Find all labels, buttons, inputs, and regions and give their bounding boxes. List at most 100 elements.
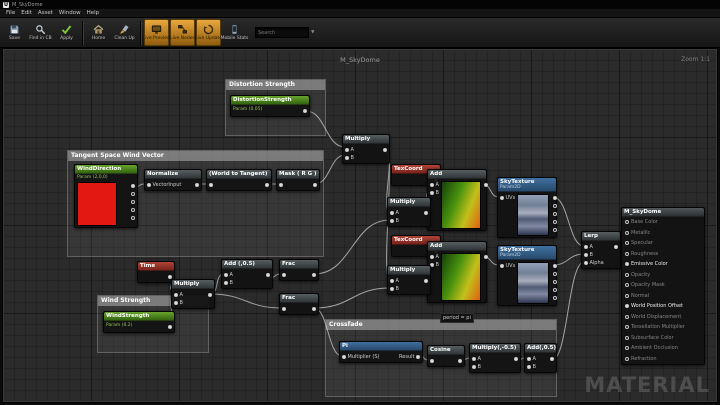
output-pin[interactable] bbox=[484, 255, 488, 259]
input-pin[interactable] bbox=[430, 191, 434, 195]
live-update-button[interactable]: Live Update bbox=[196, 19, 221, 46]
input-pin[interactable] bbox=[345, 156, 349, 160]
node-cosine[interactable]: Cosine bbox=[427, 345, 465, 367]
output-pin[interactable] bbox=[131, 184, 135, 188]
output-pin[interactable] bbox=[312, 273, 316, 277]
input-pin[interactable] bbox=[174, 293, 178, 297]
output-pin[interactable] bbox=[514, 357, 518, 361]
material-input-pin[interactable] bbox=[625, 325, 629, 329]
output-pin[interactable] bbox=[484, 183, 488, 187]
node-multiply-neg-half[interactable]: Multiply(,-0.5)AB bbox=[469, 343, 521, 373]
material-input-pin[interactable] bbox=[625, 220, 629, 224]
node-world-to-tangent[interactable]: (World to Tangent) bbox=[206, 169, 272, 191]
node-multiply-pan-1[interactable]: MultiplyAB bbox=[387, 197, 431, 227]
material-input-pin[interactable] bbox=[625, 283, 629, 287]
node-skytexture-1[interactable]: SkyTextureParam2DUVs bbox=[497, 177, 557, 238]
input-pin[interactable] bbox=[342, 355, 346, 359]
output-pin[interactable] bbox=[553, 220, 557, 224]
node-material-output[interactable]: M_SkyDomeBase ColorMetallicSpecularRough… bbox=[621, 207, 705, 365]
output-pin[interactable] bbox=[553, 196, 557, 200]
material-input-pin[interactable] bbox=[625, 252, 629, 256]
live-preview-button[interactable]: Live Preview bbox=[144, 19, 169, 46]
output-pin[interactable] bbox=[195, 183, 199, 187]
output-pin[interactable] bbox=[266, 273, 270, 277]
input-pin[interactable] bbox=[224, 281, 228, 285]
find-in-cb-button[interactable]: Find in CB bbox=[28, 19, 53, 46]
input-pin[interactable] bbox=[430, 183, 434, 187]
menu-asset[interactable]: Asset bbox=[35, 10, 56, 16]
input-pin[interactable] bbox=[279, 183, 283, 187]
node-distortionstrength-param[interactable]: DistortionStrengthParam (0.05) bbox=[230, 95, 310, 117]
input-pin[interactable] bbox=[430, 255, 434, 259]
input-pin[interactable] bbox=[584, 245, 588, 249]
output-pin[interactable] bbox=[553, 272, 557, 276]
output-pin[interactable] bbox=[553, 280, 557, 284]
output-pin[interactable] bbox=[416, 355, 420, 359]
output-pin[interactable] bbox=[303, 109, 307, 113]
output-pin[interactable] bbox=[168, 275, 172, 279]
output-pin[interactable] bbox=[553, 296, 557, 300]
menu-help[interactable]: Help bbox=[84, 10, 103, 16]
output-pin[interactable] bbox=[265, 183, 269, 187]
output-pin[interactable] bbox=[312, 307, 316, 311]
output-pin[interactable] bbox=[553, 228, 557, 232]
node-frac-2[interactable]: Frac bbox=[279, 293, 319, 315]
output-pin[interactable] bbox=[458, 359, 462, 363]
save-button[interactable]: Save bbox=[2, 19, 27, 46]
input-pin[interactable] bbox=[472, 357, 476, 361]
material-input-pin[interactable] bbox=[625, 273, 629, 277]
node-winddirection-param[interactable]: WindDirectionParam (2,0,0) bbox=[74, 164, 138, 228]
input-pin[interactable] bbox=[500, 264, 504, 268]
output-pin[interactable] bbox=[131, 192, 135, 196]
input-pin[interactable] bbox=[209, 183, 213, 187]
output-pin[interactable] bbox=[208, 293, 212, 297]
material-input-pin[interactable] bbox=[625, 336, 629, 340]
node-mask-rg[interactable]: Mask ( R G ) bbox=[276, 169, 320, 191]
color-swatch[interactable] bbox=[77, 182, 117, 226]
node-pi-function[interactable]: PiMultiplier (S)Result bbox=[339, 341, 423, 363]
output-pin[interactable] bbox=[550, 357, 554, 361]
input-pin[interactable] bbox=[472, 365, 476, 369]
live-nodes-button[interactable]: Live Nodes bbox=[170, 19, 195, 46]
input-pin[interactable] bbox=[430, 359, 434, 363]
apply-button[interactable]: Apply bbox=[54, 19, 79, 46]
output-pin[interactable] bbox=[168, 325, 172, 329]
input-pin[interactable] bbox=[147, 183, 151, 187]
input-pin[interactable] bbox=[345, 148, 349, 152]
node-add-half[interactable]: Add(,0.5)AB bbox=[524, 343, 557, 373]
input-pin[interactable] bbox=[584, 261, 588, 265]
material-input-pin[interactable] bbox=[625, 262, 629, 266]
material-input-pin[interactable] bbox=[625, 241, 629, 245]
output-pin[interactable] bbox=[131, 208, 135, 212]
menu-edit[interactable]: Edit bbox=[18, 10, 35, 16]
menu-file[interactable]: File bbox=[3, 10, 18, 16]
output-pin[interactable] bbox=[553, 204, 557, 208]
node-frac-1[interactable]: Frac bbox=[279, 259, 319, 281]
material-input-pin[interactable] bbox=[625, 357, 629, 361]
input-pin[interactable] bbox=[390, 287, 394, 291]
output-pin[interactable] bbox=[614, 245, 618, 249]
output-pin[interactable] bbox=[553, 264, 557, 268]
node-lerp[interactable]: LerpABAlpha bbox=[581, 231, 621, 269]
material-input-pin[interactable] bbox=[625, 304, 629, 308]
output-pin[interactable] bbox=[424, 279, 428, 283]
node-multiply-distortion[interactable]: MultiplyAB bbox=[342, 134, 390, 164]
output-pin[interactable] bbox=[553, 212, 557, 216]
input-pin[interactable] bbox=[282, 307, 286, 311]
material-input-pin[interactable] bbox=[625, 294, 629, 298]
search-input[interactable] bbox=[255, 27, 309, 38]
node-multiply-time[interactable]: MultiplyAB bbox=[171, 279, 215, 309]
input-pin[interactable] bbox=[584, 253, 588, 257]
input-pin[interactable] bbox=[527, 357, 531, 361]
input-pin[interactable] bbox=[174, 301, 178, 305]
material-graph-canvas[interactable]: Distortion StrengthTangent Space Wind Ve… bbox=[2, 48, 718, 403]
input-pin[interactable] bbox=[500, 196, 504, 200]
mobile-stats-button[interactable]: Mobile Stats bbox=[222, 19, 247, 46]
node-windstrength-param[interactable]: WindStrengthParam (0.2) bbox=[103, 311, 175, 333]
output-pin[interactable] bbox=[553, 288, 557, 292]
output-pin[interactable] bbox=[313, 183, 317, 187]
input-pin[interactable] bbox=[390, 279, 394, 283]
node-multiply-pan-2[interactable]: MultiplyAB bbox=[387, 265, 431, 295]
node-skytexture-2[interactable]: SkyTextureParam2DUVs bbox=[497, 245, 557, 306]
input-pin[interactable] bbox=[282, 273, 286, 277]
